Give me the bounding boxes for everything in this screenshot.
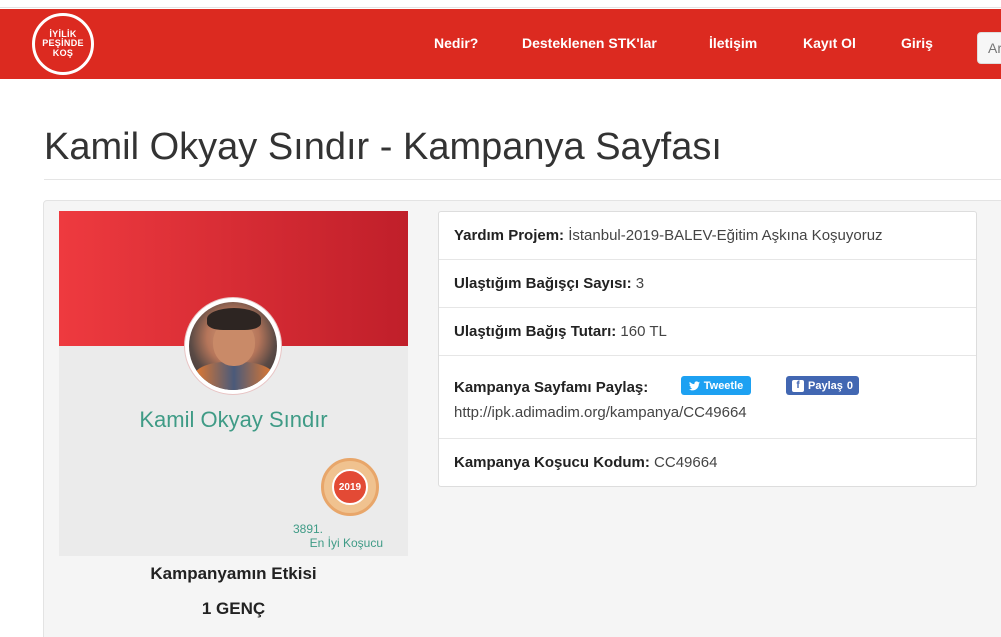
amount-value: 160 TL (620, 323, 667, 340)
code-label: Kampanya Koşucu Kodum: (454, 454, 650, 471)
runner-name: Kamil Okyay Sındır (139, 407, 328, 432)
year-badge-icon: 2019 (321, 458, 379, 516)
browser-top-strip (0, 0, 1001, 8)
facebook-share-button[interactable]: f Paylaş 0 (786, 376, 859, 395)
share-url: http://ipk.adimadim.org/kampanya/CC49664 (454, 404, 747, 421)
tweet-label: Tweetle (703, 379, 744, 392)
facebook-icon: f (792, 379, 804, 392)
campaign-info-box: Yardım Projem: İstanbul-2019-BALEV-Eğiti… (438, 211, 977, 487)
rank-number: 3891. (292, 522, 323, 536)
profile-card: Kamil Okyay Sındır 2019 3891. En İyi Koş… (59, 211, 408, 556)
fb-count: 0 (846, 379, 853, 392)
avatar-photo (189, 302, 277, 390)
nav-item-kayit-ol[interactable]: Kayıt Ol (803, 35, 856, 51)
fb-label: Paylaş (808, 379, 843, 392)
project-value: İstanbul-2019-BALEV-Eğitim Aşkına Koşuyo… (568, 227, 883, 244)
page-title: Kamil Okyay Sındır - Kampanya Sayfası (44, 126, 722, 168)
info-row-share: Kampanya Sayfamı Paylaş: Tweetle f Payla… (439, 356, 976, 439)
share-label: Kampanya Sayfamı Paylaş: (454, 379, 649, 396)
impact-value: 1 GENÇ (201, 599, 266, 618)
nav-item-stk[interactable]: Desteklenen STK'lar (522, 35, 657, 51)
nav-item-giris[interactable]: Giriş (901, 35, 933, 51)
donors-label: Ulaştığım Bağışçı Sayısı: (454, 275, 632, 292)
top-navbar: İYİLİK PEŞİNDE KOŞ Nedir? Desteklenen ST… (0, 9, 1001, 79)
info-row-code: Kampanya Koşucu Kodum: CC49664 (439, 439, 976, 487)
code-value: CC49664 (654, 454, 718, 471)
project-label: Yardım Projem: (454, 227, 565, 244)
search-input[interactable] (977, 32, 1001, 64)
logo-line-3: KOŞ (52, 47, 74, 58)
badge-year: 2019 (332, 469, 368, 505)
nav-item-nedir[interactable]: Nedir? (434, 35, 478, 51)
title-divider (44, 179, 1001, 180)
amount-label: Ulaştığım Bağış Tutarı: (454, 323, 617, 340)
rank-label: En İyi Koşucu (309, 536, 383, 550)
info-row-project: Yardım Projem: İstanbul-2019-BALEV-Eğiti… (439, 212, 976, 260)
info-row-donors: Ulaştığım Bağışçı Sayısı: 3 (439, 260, 976, 308)
impact-title: Kampanyamın Etkisi (150, 564, 317, 583)
twitter-bird-icon (688, 380, 700, 390)
donors-value: 3 (635, 275, 645, 292)
avatar (184, 297, 282, 395)
site-logo[interactable]: İYİLİK PEŞİNDE KOŞ (32, 13, 94, 75)
tweet-button[interactable]: Tweetle (681, 376, 751, 395)
info-row-amount: Ulaştığım Bağış Tutarı: 160 TL (439, 308, 976, 356)
nav-item-iletisim[interactable]: İletişim (709, 35, 757, 51)
